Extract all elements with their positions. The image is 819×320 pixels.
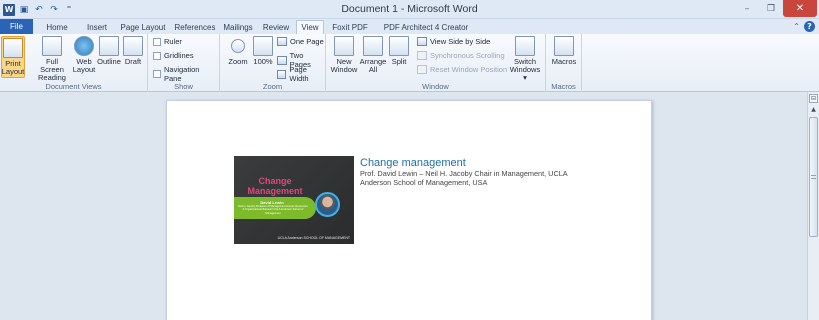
maximize-button[interactable]: ❐ bbox=[759, 0, 783, 17]
outline-button[interactable]: Outline bbox=[97, 36, 121, 66]
zoom-button[interactable]: Zoom bbox=[228, 36, 248, 66]
ucla-anderson-logo: UCLA Anderson SCHOOL OF MANAGEMENT bbox=[277, 236, 350, 240]
full-screen-reading-icon bbox=[42, 36, 62, 56]
print-layout-icon bbox=[3, 38, 23, 58]
macros-icon bbox=[554, 36, 574, 56]
reset-window-position-button[interactable]: Reset Window Position bbox=[417, 65, 507, 74]
page-width-icon bbox=[277, 69, 287, 79]
thumbnail-title: Change Management bbox=[247, 176, 303, 196]
thumbnail-speaker-band: David Lewin Neil H. Jacoby Professor of … bbox=[234, 197, 316, 219]
help-icon[interactable]: ? bbox=[804, 21, 815, 32]
group-macros: Macros Macros bbox=[546, 34, 582, 92]
navigation-pane-check-icon bbox=[153, 70, 161, 78]
web-layout-icon bbox=[74, 36, 94, 56]
one-page-icon bbox=[277, 37, 287, 46]
switch-windows-button[interactable]: Switch Windows ▾ bbox=[508, 36, 542, 82]
group-document-views: Print Layout Full Screen Reading Web Lay… bbox=[0, 34, 148, 92]
new-window-icon bbox=[334, 36, 354, 56]
arrange-all-button[interactable]: Arrange All bbox=[360, 36, 386, 74]
synchronous-scrolling-button[interactable]: Synchronous Scrolling bbox=[417, 51, 505, 60]
tab-home[interactable]: Home bbox=[40, 20, 74, 34]
window-title: Document 1 - Microsoft Word bbox=[341, 3, 478, 15]
ruler-checkbox[interactable]: Ruler bbox=[153, 37, 182, 46]
tab-review[interactable]: Review bbox=[260, 20, 292, 34]
scrollbar-thumb[interactable] bbox=[809, 117, 818, 237]
arrange-all-icon bbox=[363, 36, 383, 56]
entry-title[interactable]: Change management bbox=[360, 157, 466, 169]
tab-foxit-pdf[interactable]: Foxit PDF bbox=[330, 20, 370, 34]
web-layout-button[interactable]: Web Layout bbox=[73, 36, 95, 74]
group-label-zoom: Zoom bbox=[262, 82, 283, 91]
draft-icon bbox=[123, 36, 143, 56]
document-page[interactable]: Change Management David Lewin Neil H. Ja… bbox=[166, 100, 652, 320]
outline-icon bbox=[99, 36, 119, 56]
split-button[interactable]: Split bbox=[389, 36, 409, 66]
scroll-up-arrow-icon[interactable]: ▲ bbox=[809, 105, 818, 114]
minimize-ribbon-icon[interactable]: ⌃ bbox=[793, 22, 800, 31]
synchronous-scrolling-icon bbox=[417, 51, 427, 60]
zoom-100-icon bbox=[253, 36, 273, 56]
tab-page-layout[interactable]: Page Layout bbox=[117, 20, 169, 34]
macros-button[interactable]: Macros bbox=[552, 36, 576, 66]
minimize-button[interactable]: – bbox=[735, 0, 759, 17]
view-side-by-side-button[interactable]: View Side by Side bbox=[417, 37, 490, 46]
group-label-document-views: Document Views bbox=[45, 82, 102, 91]
close-button[interactable]: ✕ bbox=[783, 0, 817, 17]
view-ruler-icon[interactable]: ⊟ bbox=[809, 94, 818, 103]
draft-button[interactable]: Draft bbox=[122, 36, 144, 66]
switch-windows-icon bbox=[515, 36, 535, 56]
group-show: Ruler Gridlines Navigation Pane Show bbox=[148, 34, 220, 92]
print-layout-button[interactable]: Print Layout bbox=[1, 36, 25, 78]
split-icon bbox=[389, 36, 409, 56]
two-pages-icon bbox=[277, 55, 287, 65]
page-width-button[interactable]: Page Width bbox=[277, 65, 325, 83]
vertical-scrollbar[interactable]: ⊟ ▲ bbox=[807, 92, 819, 320]
speaker-photo bbox=[315, 192, 340, 217]
ruler-check-icon bbox=[153, 37, 161, 46]
navigation-pane-checkbox[interactable]: Navigation Pane bbox=[153, 65, 219, 83]
thumbnail-speaker-detail: Neil H. Jacoby Professor of Management H… bbox=[238, 205, 308, 215]
one-page-button[interactable]: One Page bbox=[277, 37, 324, 46]
title-bar: W ▣ ↶ ↷ ⁼ Document 1 - Microsoft Word – … bbox=[0, 0, 819, 19]
view-side-by-side-icon bbox=[417, 37, 427, 46]
tab-file[interactable]: File bbox=[0, 19, 33, 34]
tab-insert[interactable]: Insert bbox=[79, 20, 115, 34]
document-area[interactable]: Change Management David Lewin Neil H. Ja… bbox=[0, 92, 807, 320]
group-label-window: Window bbox=[422, 82, 449, 91]
tab-mailings[interactable]: Mailings bbox=[221, 20, 255, 34]
tab-view[interactable]: View bbox=[296, 20, 324, 34]
tab-pdf-architect[interactable]: PDF Architect 4 Creator bbox=[378, 20, 474, 34]
slide-thumbnail[interactable]: Change Management David Lewin Neil H. Ja… bbox=[234, 156, 354, 244]
tab-references[interactable]: References bbox=[171, 20, 219, 34]
gridlines-checkbox[interactable]: Gridlines bbox=[153, 51, 194, 60]
reset-window-position-icon bbox=[417, 65, 427, 74]
group-label-macros: Macros bbox=[551, 82, 576, 91]
full-screen-reading-button[interactable]: Full Screen Reading bbox=[34, 36, 70, 82]
zoom-100-button[interactable]: 100% bbox=[253, 36, 273, 66]
ribbon: Print Layout Full Screen Reading Web Lay… bbox=[0, 34, 819, 92]
group-window: New Window Arrange All Split View Side b… bbox=[326, 34, 546, 92]
magnifier-icon bbox=[231, 39, 245, 53]
gridlines-check-icon bbox=[153, 51, 161, 60]
group-label-show: Show bbox=[174, 82, 193, 91]
scrollbar-grip-icon bbox=[811, 175, 816, 179]
entry-description: Prof. David Lewin – Neil H. Jacoby Chair… bbox=[360, 169, 568, 187]
new-window-button[interactable]: New Window bbox=[331, 36, 357, 74]
ribbon-tabs: File Home Insert Page Layout References … bbox=[0, 19, 819, 34]
group-zoom: Zoom 100% One Page Two Pages Page Width … bbox=[220, 34, 326, 92]
